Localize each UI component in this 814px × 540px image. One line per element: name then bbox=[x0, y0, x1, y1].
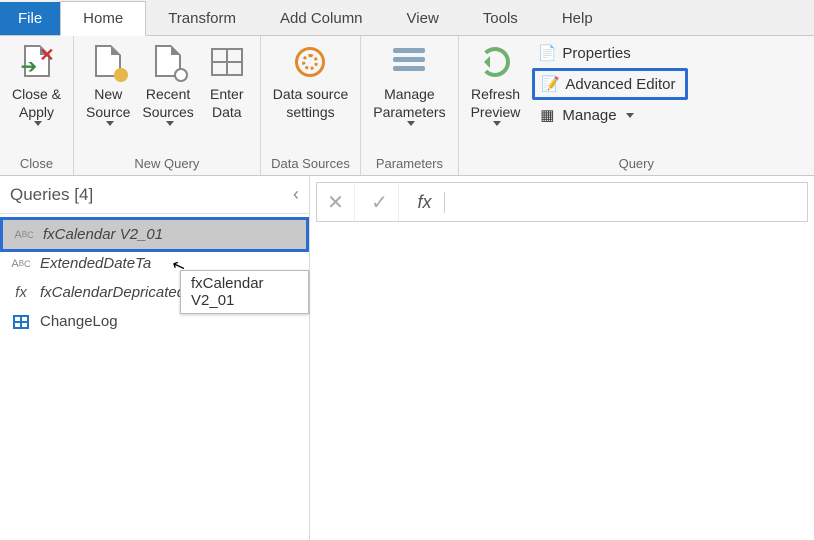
data-source-settings-icon bbox=[292, 44, 328, 80]
manage-query-button[interactable]: ▦ Manage bbox=[532, 104, 688, 126]
enter-data-icon bbox=[209, 44, 245, 80]
query-item-label: fxCalendar V2_01 bbox=[43, 226, 163, 243]
close-apply-icon: ✕➔ bbox=[19, 44, 55, 80]
group-new-query: New Source Recent Sources Enter Data New… bbox=[74, 36, 261, 175]
group-label-data-sources: Data Sources bbox=[267, 154, 354, 175]
query-item-label: ChangeLog bbox=[40, 313, 118, 330]
tab-home[interactable]: Home bbox=[60, 1, 146, 36]
refresh-preview-button[interactable]: Refresh Preview bbox=[465, 40, 527, 126]
main-area: ✕ ✓ fx bbox=[310, 176, 814, 540]
advanced-editor-label: Advanced Editor bbox=[565, 76, 675, 93]
tab-transform[interactable]: Transform bbox=[146, 2, 258, 35]
group-label-close: Close bbox=[6, 154, 67, 175]
manage-parameters-icon bbox=[391, 44, 427, 80]
dropdown-caret-icon bbox=[106, 121, 114, 126]
new-source-button[interactable]: New Source bbox=[80, 40, 136, 126]
group-parameters: Manage Parameters Parameters bbox=[361, 36, 458, 175]
formula-bar: ✕ ✓ fx bbox=[316, 182, 808, 222]
group-label-new-query: New Query bbox=[80, 154, 254, 175]
dropdown-caret-icon bbox=[34, 121, 42, 126]
group-data-sources: Data source settings Data Sources bbox=[261, 36, 361, 175]
advanced-editor-button[interactable]: 📝 Advanced Editor bbox=[532, 68, 688, 100]
tab-tools[interactable]: Tools bbox=[461, 2, 540, 35]
queries-list: ABC fxCalendar V2_01 ABC ExtendedDateTa … bbox=[0, 214, 309, 342]
properties-icon: 📄 bbox=[538, 44, 556, 62]
tab-help[interactable]: Help bbox=[540, 2, 615, 35]
group-close: ✕➔ Close & Apply Close bbox=[0, 36, 74, 175]
group-query: Refresh Preview 📄 Properties 📝 Advanced … bbox=[459, 36, 814, 175]
data-source-settings-button[interactable]: Data source settings bbox=[267, 40, 354, 121]
formula-input[interactable] bbox=[451, 183, 807, 221]
tab-add-column[interactable]: Add Column bbox=[258, 2, 385, 35]
tab-file[interactable]: File bbox=[0, 2, 60, 35]
function-icon: fx bbox=[10, 284, 32, 301]
query-item-fxcalendar[interactable]: ABC fxCalendar V2_01 bbox=[0, 217, 309, 252]
workspace: Queries [4] ‹ ABC fxCalendar V2_01 ABC E… bbox=[0, 176, 814, 540]
properties-button[interactable]: 📄 Properties bbox=[532, 42, 688, 64]
manage-icon: ▦ bbox=[538, 106, 556, 124]
advanced-editor-icon: 📝 bbox=[541, 75, 559, 93]
formula-commit-button[interactable]: ✓ bbox=[361, 183, 399, 221]
queries-pane: Queries [4] ‹ ABC fxCalendar V2_01 ABC E… bbox=[0, 176, 310, 540]
table-icon bbox=[10, 315, 32, 329]
recent-sources-icon bbox=[150, 44, 186, 80]
enter-data-button[interactable]: Enter Data bbox=[200, 40, 254, 121]
manage-label: Manage bbox=[562, 107, 616, 124]
close-apply-button[interactable]: ✕➔ Close & Apply bbox=[6, 40, 67, 126]
query-item-label: ExtendedDateTa bbox=[40, 255, 151, 272]
query-tooltip: fxCalendar V2_01 bbox=[180, 270, 309, 314]
manage-parameters-button[interactable]: Manage Parameters bbox=[367, 40, 451, 126]
formula-cancel-button[interactable]: ✕ bbox=[317, 183, 355, 221]
queries-header: Queries [4] ‹ bbox=[0, 176, 309, 214]
dropdown-caret-icon bbox=[407, 121, 415, 126]
new-source-icon bbox=[90, 44, 126, 80]
text-type-icon: ABC bbox=[10, 259, 32, 269]
tab-strip: File Home Transform Add Column View Tool… bbox=[0, 0, 814, 36]
group-label-parameters: Parameters bbox=[367, 154, 451, 175]
dropdown-caret-icon bbox=[166, 121, 174, 126]
collapse-pane-icon[interactable]: ‹ bbox=[293, 184, 299, 205]
text-type-icon: ABC bbox=[13, 230, 35, 240]
group-label-query: Query bbox=[465, 154, 808, 175]
tab-view[interactable]: View bbox=[385, 2, 461, 35]
dropdown-caret-icon bbox=[493, 121, 501, 126]
fx-icon[interactable]: fx bbox=[405, 192, 445, 213]
properties-label: Properties bbox=[562, 45, 630, 62]
refresh-icon bbox=[477, 44, 513, 80]
ribbon: ✕➔ Close & Apply Close New Source Recent… bbox=[0, 36, 814, 176]
dropdown-caret-icon bbox=[626, 113, 634, 118]
recent-sources-button[interactable]: Recent Sources bbox=[136, 40, 199, 126]
queries-title: Queries [4] bbox=[10, 185, 93, 205]
